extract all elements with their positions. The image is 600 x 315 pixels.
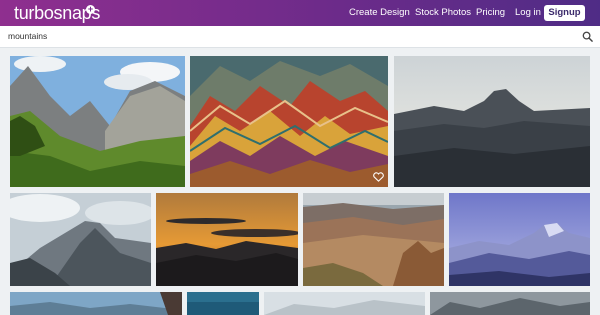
photo-image [449,193,590,286]
photo-image [10,292,182,315]
photo-image [10,193,151,286]
photo-image [394,56,590,187]
photo-image [10,56,185,187]
photo-blue-dusk-dome[interactable] [449,193,590,286]
plus-icon: + [86,4,95,14]
search-icon[interactable] [582,31,593,42]
photo-green-mountain-valley[interactable] [10,56,185,187]
photo-orange-sunset-ridge[interactable] [156,193,298,286]
pricing-link[interactable]: Pricing [476,6,505,20]
photo-image [264,292,425,315]
photo-image [190,56,388,187]
photo-rainbow-mountains[interactable] [190,56,388,187]
search-input[interactable] [8,29,548,43]
photo-canyon-overlook[interactable] [303,193,444,286]
photo-image [303,193,444,286]
photo-lake-shore[interactable] [10,292,182,315]
signup-button[interactable]: Signup [544,5,585,21]
login-link[interactable]: Log in [515,6,541,20]
photo-half-dome-sunset[interactable] [394,56,590,187]
search-bar [0,26,600,48]
photo-image [156,193,298,286]
top-navigation-bar: turbosnaps + Create Design Stock Photos … [0,0,600,26]
photo-image [187,292,259,315]
heart-icon[interactable] [373,172,384,182]
photo-misty-peak[interactable] [10,193,151,286]
photo-turquoise-water[interactable] [187,292,259,315]
photo-dark-mountain-range[interactable] [430,292,590,315]
create-design-link[interactable]: Create Design [349,6,410,20]
stock-photos-link[interactable]: Stock Photos [415,6,471,20]
photo-image [430,292,590,315]
photo-pale-sky-peak[interactable] [264,292,425,315]
